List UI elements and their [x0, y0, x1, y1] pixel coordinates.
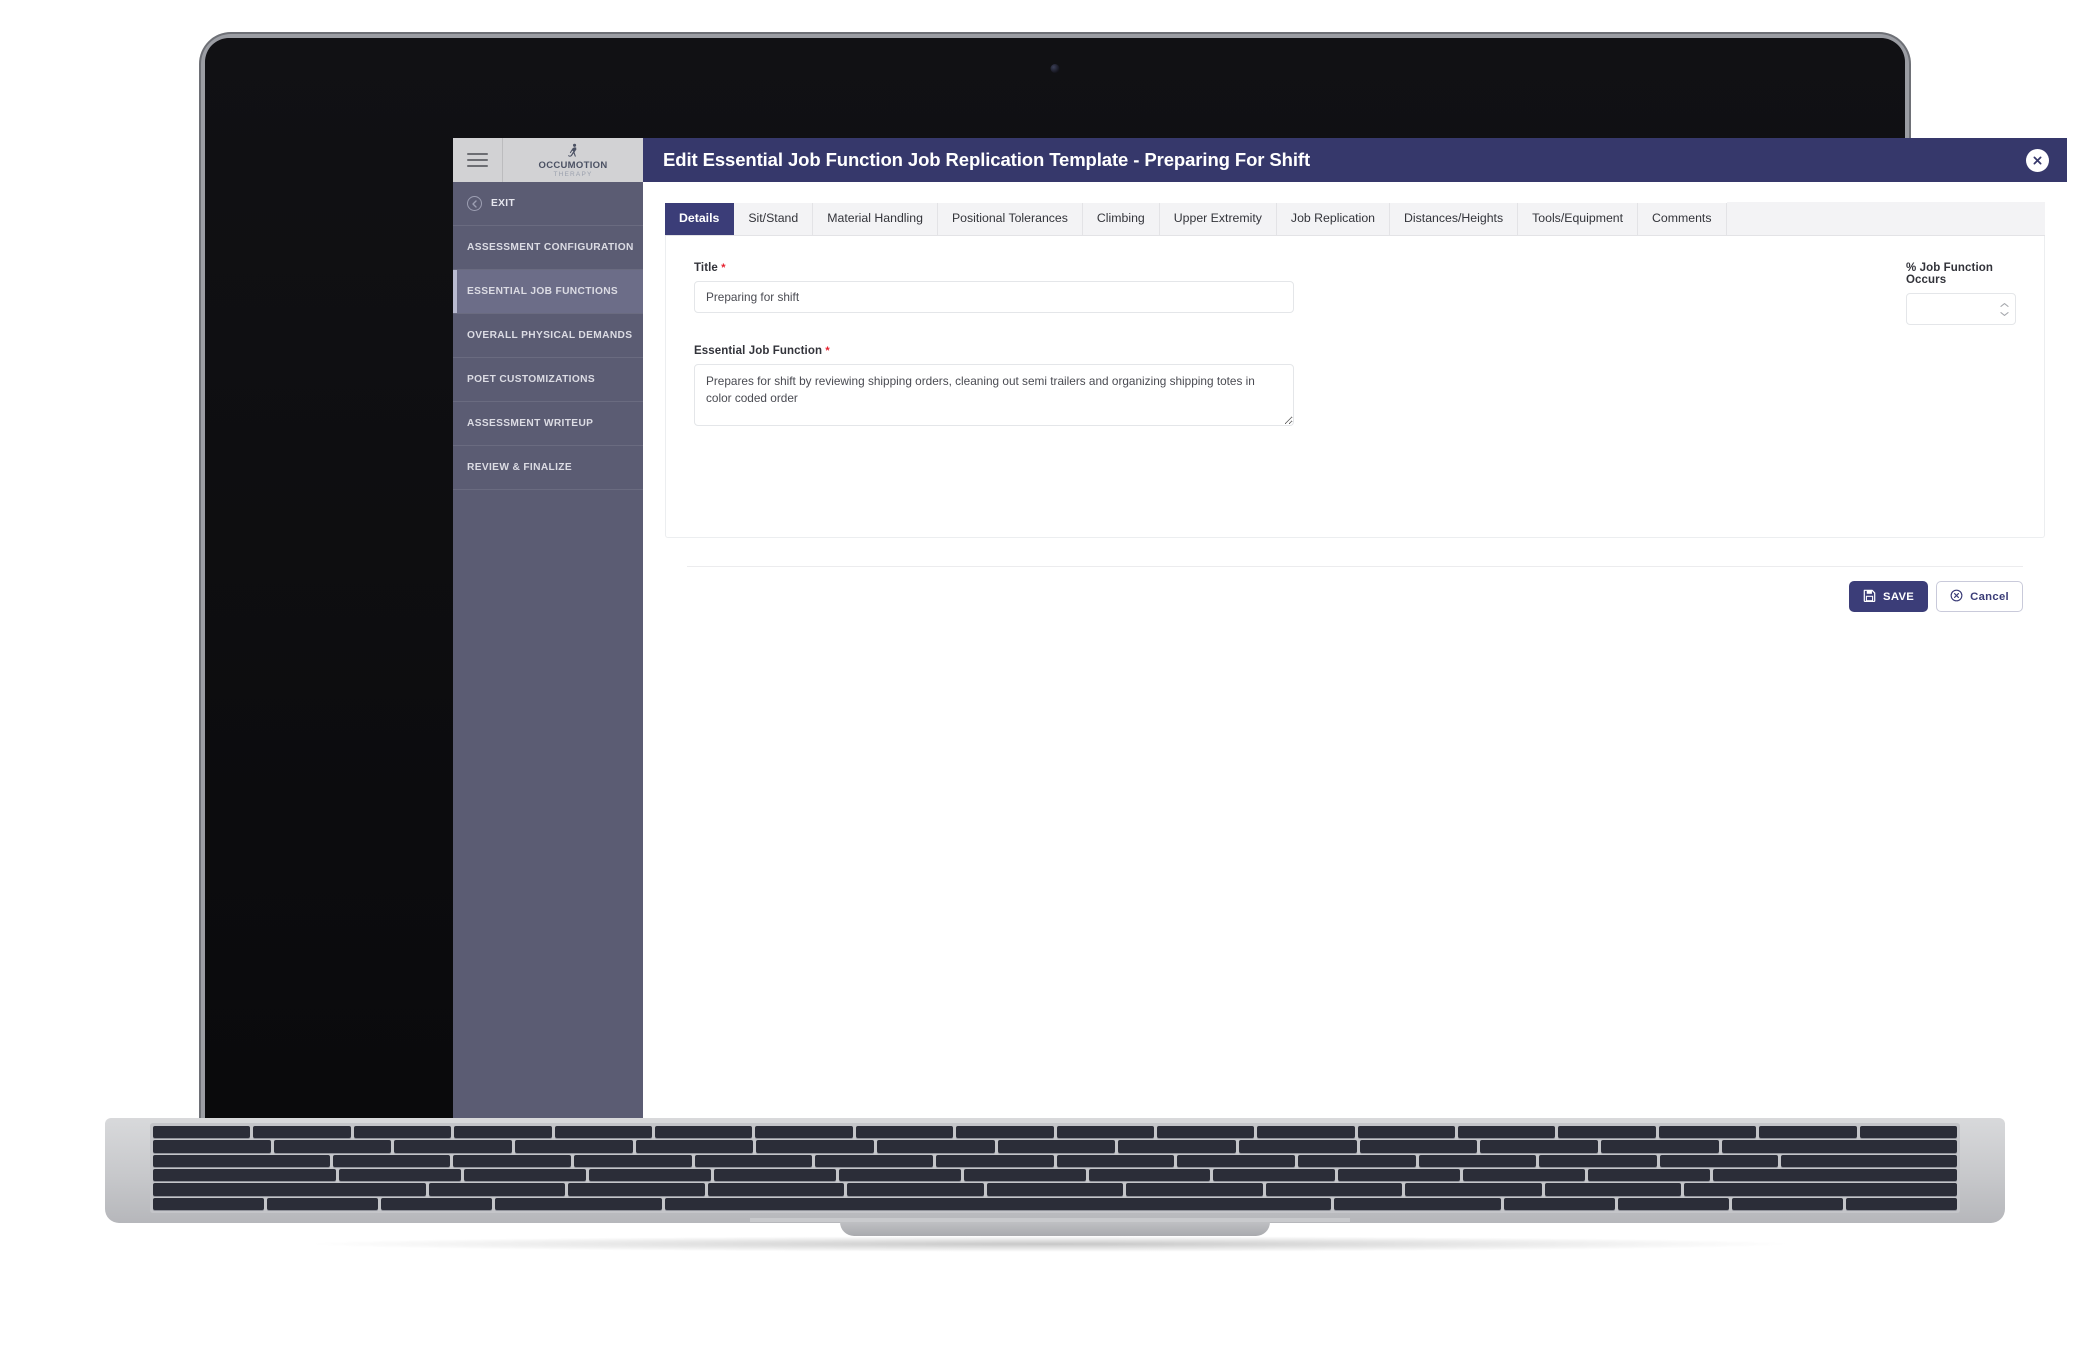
required-marker: * — [825, 345, 830, 357]
save-button-label: SAVE — [1883, 590, 1915, 603]
main-panel: Edit Essential Job Function Job Replicat… — [643, 138, 2067, 1143]
close-x-icon[interactable] — [2026, 148, 2049, 172]
percent-stepper — [1906, 293, 2016, 325]
tab-comments[interactable]: Comments — [1638, 203, 1727, 235]
tab-strip-filler — [1726, 202, 2045, 235]
tab-upper-extremity[interactable]: Upper Extremity — [1159, 203, 1277, 235]
sidebar-item-assessment-configuration[interactable]: ASSESSMENT CONFIGURATION — [453, 226, 643, 270]
percent-field-label: % Job Function Occurs — [1906, 262, 1994, 286]
tab-details[interactable]: Details — [665, 203, 735, 235]
tab-positional-tolerances[interactable]: Positional Tolerances — [937, 203, 1083, 235]
title-field-group: Title * — [694, 262, 1294, 345]
sidebar-item-poet-customizations[interactable]: POET CUSTOMIZATIONS — [453, 358, 643, 402]
back-arrow-circle-icon — [467, 196, 482, 211]
tab-label: Distances/Heights — [1404, 211, 1504, 226]
tab-label: Upper Extremity — [1173, 211, 1262, 226]
cancel-button-label: Cancel — [1970, 590, 2009, 603]
sidebar-item-exit[interactable]: EXIT — [453, 182, 643, 226]
required-marker: * — [721, 262, 726, 274]
brand-tagline: THERAPY — [553, 170, 593, 178]
tab-label: Climbing — [1096, 211, 1145, 226]
sidebar-item-label: REVIEW & FINALIZE — [467, 462, 572, 473]
form-row-top: Title * % Job Function — [694, 262, 2016, 345]
sidebar-item-label: ASSESSMENT WRITEUP — [467, 418, 594, 429]
keyboard-row — [153, 1183, 1958, 1196]
app-screen: OCCUMOTION THERAPY EXIT ASSESSMENT CONFI… — [453, 138, 2067, 1143]
sidebar-item-label: ESSENTIAL JOB FUNCTIONS — [467, 286, 619, 297]
stepper-buttons — [2000, 293, 2009, 325]
sidebar-item-review-finalize[interactable]: REVIEW & FINALIZE — [453, 446, 643, 490]
action-bar: SAVE Cancel — [665, 567, 2045, 612]
laptop-keyboard — [150, 1123, 1960, 1213]
webcam-icon — [1050, 64, 1060, 73]
form-row-bottom: Essential Job Function * Prepares for sh… — [694, 345, 2016, 431]
drop-shadow — [300, 1236, 1800, 1252]
tab-strip: Details Sit/Stand Material Handling Posi… — [665, 202, 2045, 236]
sidebar-item-label: OVERALL PHYSICAL DEMANDS — [467, 330, 633, 341]
save-button[interactable]: SAVE — [1849, 581, 1929, 612]
sidebar-item-essential-job-functions[interactable]: ESSENTIAL JOB FUNCTIONS — [453, 270, 643, 314]
tab-label: Tools/Equipment — [1532, 211, 1624, 226]
keyboard-row — [153, 1126, 1958, 1139]
sidebar-header: OCCUMOTION THERAPY — [453, 138, 643, 182]
tab-label: Comments — [1652, 211, 1712, 226]
essential-job-function-textarea[interactable]: Prepares for shift by reviewing shipping… — [694, 364, 1294, 426]
essential-job-function-label: Essential Job Function * — [694, 345, 830, 357]
title-field-label: Title * — [694, 262, 726, 274]
title-input[interactable] — [694, 281, 1294, 313]
sidebar: OCCUMOTION THERAPY EXIT ASSESSMENT CONFI… — [453, 138, 643, 1143]
tab-label: Sit/Stand — [748, 211, 799, 226]
tab-label: Positional Tolerances — [951, 211, 1068, 226]
chevron-up-icon[interactable] — [2000, 302, 2009, 308]
laptop-lid: OCCUMOTION THERAPY EXIT ASSESSMENT CONFI… — [205, 38, 2067, 1143]
tab-label: Details — [679, 211, 720, 226]
tab-label: Material Handling — [827, 211, 923, 226]
keyboard-row — [153, 1140, 1958, 1153]
sidebar-item-overall-physical-demands[interactable]: OVERALL PHYSICAL DEMANDS — [453, 314, 643, 358]
page-title: Edit Essential Job Function Job Replicat… — [663, 149, 1311, 170]
details-panel: Title * % Job Function — [665, 236, 2045, 538]
tab-distances-heights[interactable]: Distances/Heights — [1390, 203, 1519, 235]
brand-name: OCCUMOTION — [538, 160, 608, 172]
hamburger-menu-icon[interactable] — [453, 138, 503, 182]
cancel-button[interactable]: Cancel — [1936, 581, 2023, 612]
sidebar-item-assessment-writeup[interactable]: ASSESSMENT WRITEUP — [453, 402, 643, 446]
laptop-trackpad — [750, 1218, 1350, 1222]
dialog-content: Details Sit/Stand Material Handling Posi… — [643, 182, 2067, 612]
tab-sit-stand[interactable]: Sit/Stand — [734, 203, 814, 235]
percent-field-group: % Job Function Occurs — [1906, 262, 2016, 345]
tab-tools-equipment[interactable]: Tools/Equipment — [1518, 203, 1639, 235]
keyboard-row — [153, 1154, 1958, 1167]
tab-label: Job Replication — [1290, 211, 1376, 226]
keyboard-row — [153, 1168, 1958, 1182]
person-figure-icon — [567, 143, 577, 157]
sidebar-item-label: POET CUSTOMIZATIONS — [467, 374, 595, 385]
dialog-titlebar: Edit Essential Job Function Job Replicat… — [643, 138, 2067, 182]
tab-material-handling[interactable]: Material Handling — [813, 203, 938, 235]
essential-job-function-group: Essential Job Function * Prepares for sh… — [694, 345, 1294, 431]
cancel-x-circle-icon — [1950, 589, 1963, 605]
brand-logo: OCCUMOTION THERAPY — [503, 141, 643, 179]
keyboard-row — [153, 1197, 1957, 1210]
sidebar-item-label: EXIT — [491, 198, 516, 209]
tab-job-replication[interactable]: Job Replication — [1276, 203, 1391, 235]
laptop-mockup-scene: OCCUMOTION THERAPY EXIT ASSESSMENT CONFI… — [0, 0, 2100, 1350]
chevron-down-icon[interactable] — [2000, 311, 2009, 317]
tab-climbing[interactable]: Climbing — [1082, 203, 1160, 235]
sidebar-item-label: ASSESSMENT CONFIGURATION — [467, 242, 634, 253]
floppy-disk-save-icon — [1863, 589, 1876, 605]
